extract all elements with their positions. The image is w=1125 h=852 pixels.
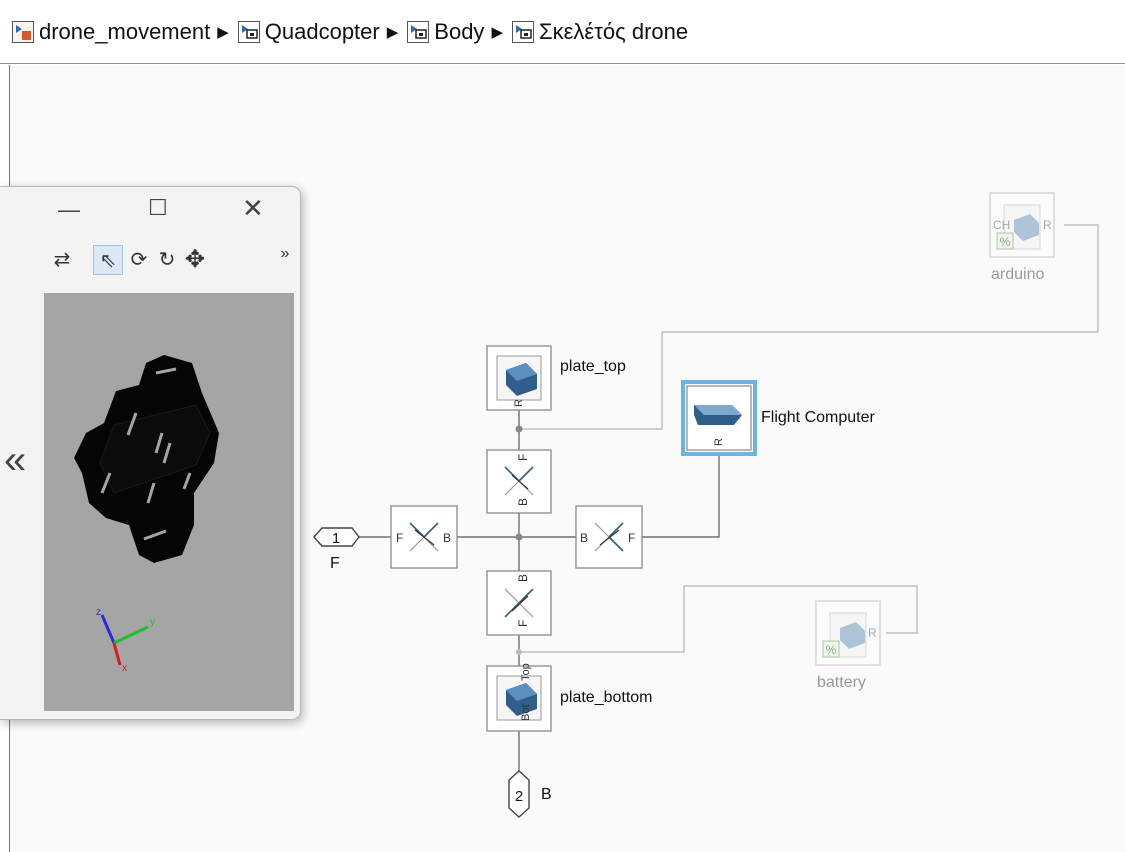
breadcrumb: drone_movement ▶ Quadcopter ▶ Body ▶ Σκε… bbox=[0, 0, 1125, 64]
outport-label: B bbox=[541, 786, 552, 803]
junction-dot bbox=[516, 649, 522, 655]
flight-computer-label[interactable]: Flight Computer bbox=[761, 409, 875, 427]
breadcrumb-label: drone_movement bbox=[39, 18, 211, 44]
roll-icon[interactable]: ↻ bbox=[152, 245, 182, 275]
rigid-transform-left-block: F B bbox=[390, 505, 458, 569]
arduino-label[interactable]: arduino bbox=[991, 266, 1044, 284]
breadcrumb-skeleton-drone[interactable]: Σκελέτός drone bbox=[511, 18, 689, 45]
flight-computer-block: R bbox=[681, 380, 757, 456]
plate-top-label[interactable]: plate_top bbox=[560, 358, 626, 376]
rigid-transform-lower-block: B F bbox=[486, 570, 552, 636]
breadcrumb-label: Quadcopter bbox=[264, 18, 380, 44]
svg-text:B: B bbox=[516, 498, 530, 506]
svg-text:F: F bbox=[516, 620, 530, 627]
rotate-icon[interactable]: ⟳ bbox=[124, 245, 154, 275]
svg-text:Bot: Bot bbox=[520, 704, 532, 721]
arduino-block: % CH R bbox=[989, 192, 1055, 258]
svg-text:%: % bbox=[826, 643, 837, 657]
svg-text:z: z bbox=[96, 607, 101, 618]
plate-top-block: R bbox=[486, 345, 552, 411]
svg-text:R: R bbox=[1043, 218, 1052, 232]
breadcrumb-label: Body bbox=[434, 18, 485, 44]
axis-triad: z y x bbox=[96, 607, 155, 674]
breadcrumb-label: Σκελέτός drone bbox=[538, 18, 689, 44]
breadcrumb-drone-movement[interactable]: drone_movement bbox=[12, 19, 210, 45]
toolbar-overflow-icon[interactable]: » bbox=[276, 239, 294, 269]
svg-text:%: % bbox=[1000, 235, 1011, 249]
svg-text:R: R bbox=[868, 626, 877, 640]
expand-panel-icon[interactable]: « bbox=[4, 438, 26, 483]
svg-text:Top: Top bbox=[520, 663, 532, 681]
svg-text:F: F bbox=[516, 454, 530, 461]
svg-text:F: F bbox=[628, 531, 635, 545]
drone-frame-render: z y x bbox=[74, 355, 219, 674]
breadcrumb-separator-icon: ▶ bbox=[491, 23, 503, 41]
outport-number: 2 bbox=[515, 788, 523, 805]
junction-dot bbox=[515, 533, 523, 541]
inport-label: F bbox=[330, 555, 340, 572]
subsystem-icon bbox=[407, 20, 430, 43]
viewer-toolbar: ⇄ ⇖ ⟳ ↻ ✥ » bbox=[0, 241, 300, 277]
svg-text:B: B bbox=[580, 531, 588, 545]
breadcrumb-separator-icon: ▶ bbox=[217, 23, 229, 41]
inport-number: 1 bbox=[332, 530, 340, 547]
svg-text:R: R bbox=[513, 399, 525, 407]
svg-text:y: y bbox=[150, 617, 155, 628]
plate-bottom-block: Top Bot bbox=[486, 663, 552, 732]
3d-view[interactable]: z y x bbox=[44, 293, 294, 711]
rigid-transform-right-block: B F bbox=[575, 505, 643, 569]
maximize-icon[interactable]: ☐ bbox=[148, 195, 168, 221]
select-cursor-icon[interactable]: ⇖ bbox=[93, 245, 123, 275]
subsystem-icon bbox=[511, 20, 534, 43]
rigid-transform-upper-block: F B bbox=[486, 449, 552, 514]
close-icon[interactable]: ✕ bbox=[242, 193, 264, 224]
breadcrumb-separator-icon: ▶ bbox=[386, 23, 399, 41]
junction-dot bbox=[515, 425, 523, 433]
plate-bottom-label[interactable]: plate_bottom bbox=[560, 689, 653, 707]
svg-text:B: B bbox=[443, 531, 451, 545]
svg-text:B: B bbox=[516, 574, 530, 582]
breadcrumb-quadcopter[interactable]: Quadcopter bbox=[237, 18, 380, 45]
model-icon bbox=[12, 20, 34, 43]
minimize-icon[interactable]: — bbox=[58, 197, 80, 223]
svg-text:F: F bbox=[396, 531, 403, 545]
breadcrumb-body[interactable]: Body bbox=[407, 19, 484, 45]
pan-icon[interactable]: ✥ bbox=[180, 245, 210, 275]
svg-text:R: R bbox=[713, 438, 725, 446]
mechanics-explorer-window[interactable]: — ☐ ✕ ⇄ ⇖ ⟳ ↻ ✥ » z y x bbox=[0, 186, 301, 720]
svg-text:CH: CH bbox=[993, 218, 1010, 232]
connection-line bbox=[642, 452, 720, 538]
battery-block: % R bbox=[815, 600, 881, 666]
swap-icon[interactable]: ⇄ bbox=[47, 245, 77, 275]
svg-text:x: x bbox=[122, 663, 127, 674]
battery-label[interactable]: battery bbox=[817, 674, 866, 692]
subsystem-icon bbox=[237, 20, 260, 43]
